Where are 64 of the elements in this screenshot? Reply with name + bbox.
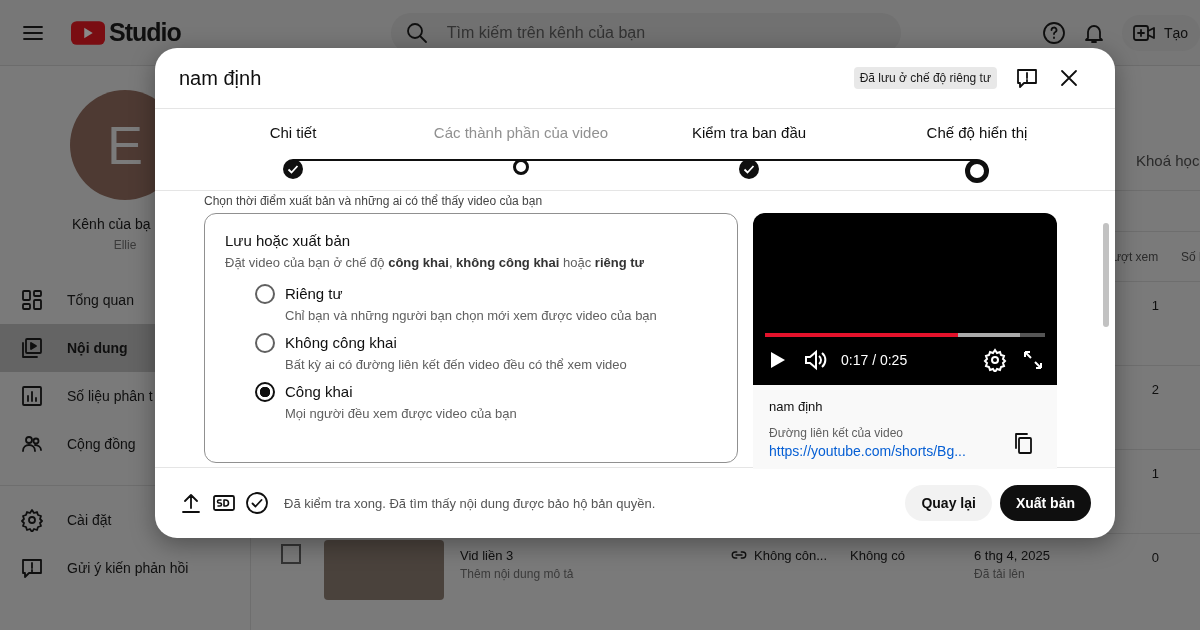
option-description: Chỉ bạn và những người bạn chọn mới xem được video của bạn	[285, 308, 657, 323]
step-done-icon[interactable]	[283, 159, 303, 179]
content-icon	[20, 336, 44, 360]
table-cell: Không côn...	[754, 547, 827, 563]
sidebar-item[interactable]: Cài đặt	[0, 496, 250, 544]
card-description: Đặt video của bạn ở chế độ công khai, không công khai hoặc riêng tư	[225, 255, 645, 270]
feedback-icon	[20, 556, 44, 580]
video-link[interactable]: https://youtube.com/shorts/Bg...	[769, 443, 966, 459]
step-label[interactable]: Chế độ hiển thị	[926, 124, 1028, 146]
settings-icon[interactable]	[983, 348, 1007, 372]
step-label[interactable]: Các thành phần của video	[433, 124, 609, 146]
row-checkbox[interactable]	[281, 544, 301, 564]
play-logo-icon	[71, 20, 105, 45]
option-label[interactable]: Công khai	[285, 383, 517, 400]
sidebar-item[interactable]: Tổng quan	[0, 276, 250, 324]
video-title: nam định	[769, 399, 824, 414]
video-description: Thêm nội dung mô tả	[460, 567, 575, 581]
table-cell-text: Đã tải lên	[974, 567, 1026, 581]
video-title[interactable]: Vid liền 3	[460, 548, 730, 563]
channel-handle: Ellie	[113, 238, 137, 252]
table-cell-text: 1	[1150, 297, 1160, 313]
option-label[interactable]: Riêng tư	[285, 285, 657, 302]
option-description: Mọi người đều xem được video của bạn	[285, 406, 517, 421]
radio-button[interactable]	[255, 333, 275, 353]
status-message: Đã kiểm tra xong. Đã tìm thấy nội dung được bảo hộ bản quyền.	[284, 495, 656, 511]
feedback-icon[interactable]	[1015, 66, 1039, 90]
table-cell-text: 2	[1150, 381, 1160, 397]
channel-name: Kênh của bạ	[71, 216, 151, 232]
check-circle-icon	[245, 491, 269, 515]
option-label[interactable]: Không công khai	[285, 334, 627, 351]
save-status-badge: Đã lưu ở chế độ riêng tư	[853, 67, 997, 89]
section-description: Chọn thời điểm xuất bản và những ai có thể thấy video của bạn	[204, 193, 544, 209]
help-icon[interactable]	[1041, 20, 1066, 45]
step-pending-icon[interactable]	[513, 159, 529, 175]
create-button[interactable]: Tạo	[1121, 14, 1200, 51]
sidebar-item[interactable]: Gửi ý kiến phản hồi	[0, 544, 250, 592]
table-cell-text: Không có	[850, 547, 906, 563]
analytics-icon	[20, 384, 44, 408]
step-done-icon[interactable]	[739, 159, 759, 179]
search-icon	[404, 20, 429, 45]
link-label: Đường liên kết của video	[769, 426, 904, 440]
step-label[interactable]: Kiểm tra ban đầu	[691, 124, 807, 146]
sidebar-item[interactable]: Số liệu phân t	[0, 372, 250, 420]
table-cell-text: 6 thg 4, 2025	[974, 548, 1051, 563]
dialog-title: nam định	[179, 66, 262, 90]
step-label[interactable]: Chi tiết	[269, 124, 317, 146]
back-button[interactable]: Quay lại	[905, 485, 992, 521]
logo-text: Studio	[109, 18, 181, 47]
radio-button[interactable]	[255, 284, 275, 304]
sidebar-item[interactable]: Cộng đồng	[0, 420, 250, 468]
publish-button[interactable]: Xuất bản	[999, 485, 1091, 521]
table-cell-text: 1	[1150, 465, 1160, 481]
card-title: Lưu hoặc xuất bản	[225, 232, 352, 249]
option-description: Bất kỳ ai có đường liên kết đến video đều có thể xem video	[285, 357, 627, 372]
step-current-icon[interactable]	[965, 159, 989, 183]
video-time: 0:17 / 0:25	[841, 352, 908, 368]
radio-button[interactable]	[255, 382, 275, 402]
fullscreen-icon[interactable]	[1021, 348, 1045, 372]
upload-icon	[179, 491, 203, 515]
tab[interactable]: Khoá học	[1136, 152, 1200, 169]
table-cell-text: 0	[1150, 549, 1160, 565]
settings-icon	[20, 508, 44, 532]
volume-icon[interactable]	[803, 348, 827, 372]
dashboard-icon	[20, 288, 44, 312]
